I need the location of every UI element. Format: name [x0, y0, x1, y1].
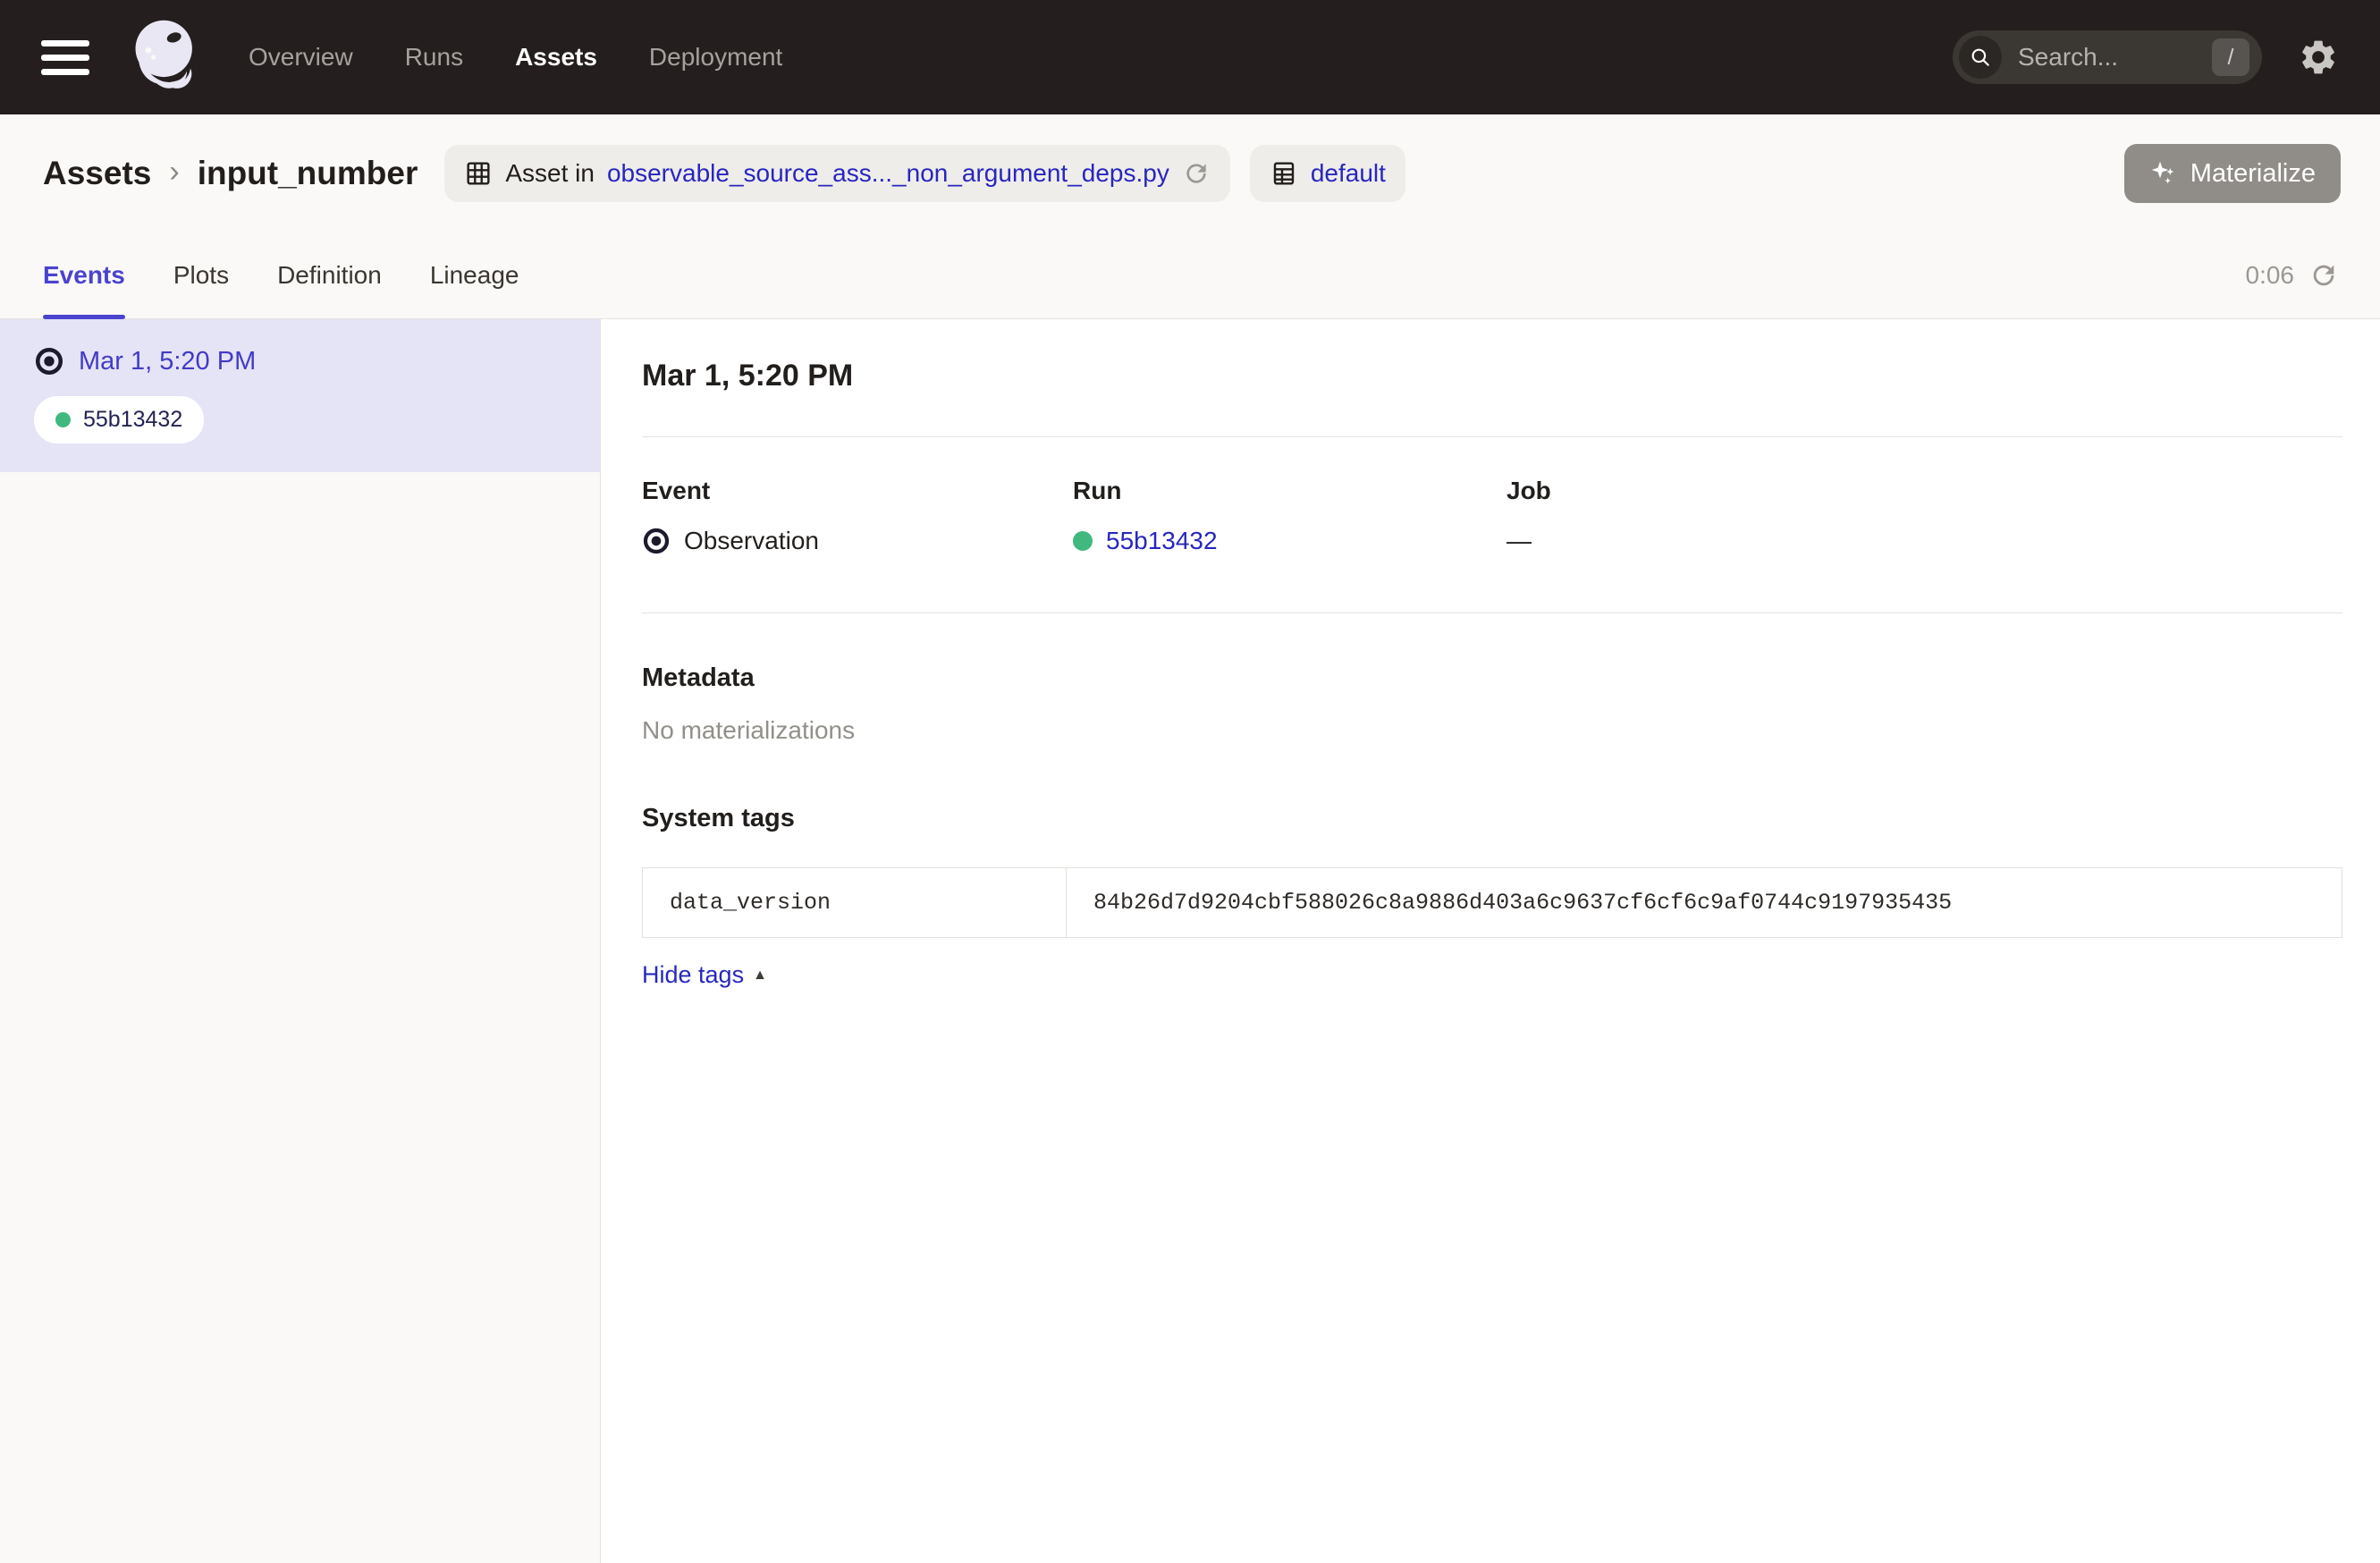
page-title: input_number	[198, 155, 418, 192]
event-timestamp: Mar 1, 5:20 PM	[79, 347, 256, 376]
asset-tabs-bar: Events Plots Definition Lineage 0:06	[0, 232, 2380, 319]
sparkle-icon	[2149, 159, 2178, 188]
nav-item-deployment[interactable]: Deployment	[649, 43, 782, 72]
search-shortcut-key: /	[2212, 38, 2249, 76]
event-list-sidebar: Mar 1, 5:20 PM 55b13432	[0, 319, 601, 1563]
run-id-label: 55b13432	[83, 407, 182, 433]
search-input[interactable]: Search... /	[1953, 30, 2262, 84]
table-row: data_version 84b26d7d9204cbf588026c8a988…	[643, 868, 2342, 938]
group-default-link[interactable]: default	[1311, 159, 1386, 188]
event-type-value: Observation	[684, 527, 819, 555]
reload-location-icon[interactable]	[1182, 159, 1211, 188]
tab-plots[interactable]: Plots	[173, 232, 229, 318]
materialize-label: Materialize	[2190, 159, 2316, 189]
dagster-logo-icon[interactable]	[125, 14, 211, 100]
refresh-countdown: 0:06	[2246, 261, 2295, 290]
system-tags-table: data_version 84b26d7d9204cbf588026c8a988…	[642, 867, 2342, 938]
asset-source-file-link[interactable]: observable_source_ass..._non_argument_de…	[607, 159, 1169, 188]
search-placeholder: Search...	[2018, 43, 2118, 72]
run-id-pill[interactable]: 55b13432	[34, 396, 204, 444]
metadata-heading: Metadata	[642, 663, 2342, 693]
gear-icon[interactable]	[2298, 37, 2339, 78]
system-tags-heading: System tags	[642, 804, 2342, 833]
tag-key-cell: data_version	[643, 868, 1067, 938]
tag-value-cell: 84b26d7d9204cbf588026c8a9886d403a6c9637c…	[1067, 868, 2342, 938]
run-status-dot	[55, 412, 71, 427]
job-column-label: Job	[1506, 477, 2342, 505]
tab-definition[interactable]: Definition	[277, 232, 382, 318]
metadata-empty-message: No materializations	[642, 716, 2342, 745]
observation-eye-icon	[642, 527, 671, 555]
divider	[642, 436, 2342, 437]
chevron-up-icon: ▲	[753, 967, 767, 984]
run-column-label: Run	[1073, 477, 1506, 505]
materialize-button[interactable]: Materialize	[2124, 144, 2341, 203]
event-detail-panel: Mar 1, 5:20 PM Event Observation Run 55b…	[601, 319, 2380, 1563]
top-navigation: Overview Runs Assets Deployment Search..…	[0, 0, 2380, 114]
run-id-link[interactable]: 55b13432	[1106, 527, 1218, 555]
asset-group-badge: default	[1250, 145, 1405, 202]
event-column-label: Event	[642, 477, 1073, 505]
breadcrumb-assets-link[interactable]: Assets	[43, 155, 151, 192]
nav-item-overview[interactable]: Overview	[249, 43, 353, 72]
observation-eye-icon	[34, 346, 64, 376]
run-status-dot	[1073, 531, 1093, 551]
table-grid-icon	[464, 159, 493, 188]
page-header: Assets › input_number Asset in observabl…	[0, 114, 2380, 232]
tab-events[interactable]: Events	[43, 232, 125, 318]
job-value: —	[1506, 527, 1532, 555]
asset-location-badge: Asset in observable_source_ass..._non_ar…	[444, 145, 1229, 202]
refresh-icon[interactable]	[2308, 260, 2339, 291]
nav-item-runs[interactable]: Runs	[405, 43, 463, 72]
tab-lineage[interactable]: Lineage	[430, 232, 519, 318]
event-list-item[interactable]: Mar 1, 5:20 PM 55b13432	[0, 319, 600, 472]
search-icon	[1959, 36, 2002, 79]
primary-nav: Overview Runs Assets Deployment	[249, 43, 782, 72]
hide-tags-label: Hide tags	[642, 961, 744, 989]
breadcrumb: Assets › input_number	[43, 155, 418, 192]
asset-badge-prefix: Asset in	[505, 159, 595, 188]
hide-tags-link[interactable]: Hide tags ▲	[642, 961, 767, 989]
menu-icon[interactable]	[41, 40, 89, 75]
breadcrumb-separator: ›	[169, 155, 179, 190]
nav-item-assets[interactable]: Assets	[515, 43, 597, 72]
schema-icon	[1270, 159, 1298, 188]
event-detail-title: Mar 1, 5:20 PM	[642, 359, 2342, 393]
